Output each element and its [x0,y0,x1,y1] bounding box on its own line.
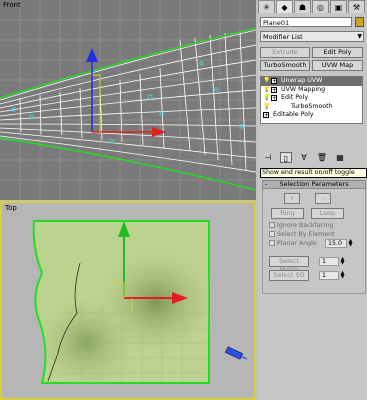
top-viewport[interactable]: Top [0,201,256,400]
modifier-stack[interactable]: 💡 + Unwrap UVW 💡 + UVW Mapping 💡 + Edit … [260,76,363,124]
stack-item-edit-poly[interactable]: 💡 + Edit Poly [261,94,362,103]
tooltip: Show end result on/off toggle [260,168,367,178]
remove-modifier-icon[interactable]: 🗑 [316,152,328,163]
modifier-list-label: Modifier List [263,33,303,41]
lightbulb-icon[interactable]: 💡 [263,86,270,93]
display-tab-icon[interactable]: ▣ [330,0,347,13]
spinner-arrows-icon[interactable]: ▲ ▼ [348,239,353,248]
edit-poly-button[interactable]: Edit Poly [312,47,363,58]
stack-item-uvw-mapping[interactable]: 💡 + UVW Mapping [261,86,362,95]
turbosmooth-button[interactable]: TurboSmooth [260,60,310,71]
select-sg-button[interactable]: Select SG [269,270,309,281]
configure-modifier-sets-icon[interactable]: ▦ [334,152,346,163]
expand-icon[interactable]: + [271,78,277,85]
cursor-icon [224,346,248,360]
rollout-title: Selection Parameters [279,180,349,188]
grow-selection-button[interactable]: + [284,193,300,204]
object-color-swatch[interactable] [355,17,364,27]
top-viewport-canvas [32,220,248,384]
spinner-arrows-icon[interactable]: ▲ ▼ [340,257,345,266]
planar-angle-checkbox[interactable]: Planar Angle [269,240,317,247]
selection-parameters-rollout: + - Ring Loop Ignore Backfacing Select B… [262,189,366,294]
front-viewport[interactable]: Front [0,0,256,200]
stack-item-turbosmooth[interactable]: 💡 TurboSmooth [261,103,362,112]
modify-tab-icon[interactable]: ◆ [276,0,293,13]
rollout-toggle: - [265,180,268,188]
lightbulb-icon[interactable]: 💡 [263,78,270,84]
uvw-map-button[interactable]: UVW Map [312,60,363,71]
front-viewport-canvas [0,0,256,200]
select-by-element-checkbox[interactable]: Select By Element [269,231,335,238]
expand-icon[interactable]: + [271,95,277,102]
front-viewport-label[interactable]: Front [3,1,21,9]
make-unique-icon[interactable]: ∀ [298,152,310,163]
modifier-list-dropdown[interactable]: Modifier List ▼ [260,31,364,42]
extrude-button[interactable]: Extrude [260,47,310,58]
checkbox-checked-icon [269,222,275,228]
pin-stack-icon[interactable]: ⊣ [262,152,274,163]
show-end-result-icon[interactable]: ▯ [280,152,292,163]
lightbulb-icon[interactable]: 💡 [263,95,270,101]
ring-button[interactable]: Ring [271,208,304,219]
matid-field[interactable]: 1 [319,257,339,266]
command-panel-tabs: ✳ ◆ ☗ ◎ ▣ ⚒ [258,0,367,14]
select-matid-button[interactable]: Select MatID [269,256,309,274]
shrink-selection-button[interactable]: - [315,193,331,204]
stack-item-editable-poly[interactable]: + Editable Poly [261,111,362,120]
utilities-tab-icon[interactable]: ⚒ [348,0,365,13]
lightbulb-icon[interactable]: 💡 [263,103,270,110]
checkbox-icon [269,240,275,246]
hierarchy-tab-icon[interactable]: ☗ [294,0,311,13]
checkbox-icon [269,231,275,237]
selection-parameters-rollout-header[interactable]: - Selection Parameters [262,180,366,189]
ignore-backfacing-checkbox[interactable]: Ignore Backfacing [269,222,334,229]
top-viewport-label[interactable]: Top [5,204,17,212]
object-name-field[interactable]: Plane01 [260,17,352,27]
chevron-down-icon: ▼ [357,33,362,40]
stack-item-unwrap-uvw[interactable]: 💡 + Unwrap UVW [261,77,362,86]
spinner-arrows-icon[interactable]: ▲ ▼ [340,271,345,280]
motion-tab-icon[interactable]: ◎ [312,0,329,13]
sg-field[interactable]: 1 [319,271,339,280]
create-tab-icon[interactable]: ✳ [258,0,275,13]
expand-icon[interactable]: + [271,86,277,93]
planar-angle-field[interactable]: 15.0 [325,239,347,248]
expand-icon[interactable]: + [263,112,269,119]
loop-button[interactable]: Loop [311,208,344,219]
stack-toolbar: ⊣ ▯ ∀ 🗑 ▦ [262,152,346,163]
